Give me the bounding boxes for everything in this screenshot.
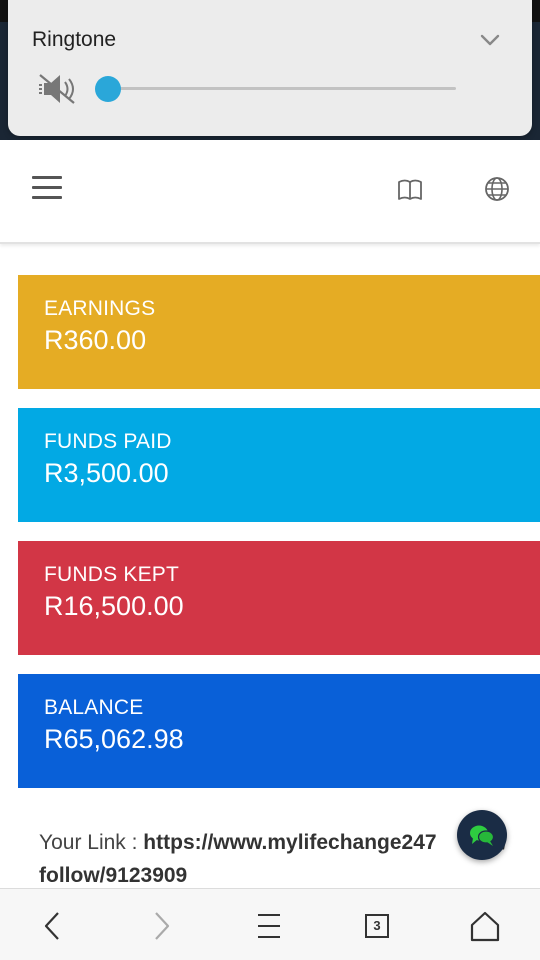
referral-link-url-part2[interactable]: follow/9123909 [39, 864, 187, 887]
funds-paid-value: R3,500.00 [44, 458, 169, 488]
app-header [0, 140, 540, 244]
referral-link-url-part1[interactable]: https://www.mylifechange247 [143, 831, 436, 854]
volume-panel: Ringtone [8, 0, 532, 136]
balance-value: R65,062.98 [44, 724, 184, 754]
funds-kept-label: FUNDS KEPT [44, 563, 180, 586]
volume-slider-thumb[interactable] [95, 76, 121, 102]
referral-link-prefix: Your Link : [39, 831, 144, 854]
chat-button[interactable] [457, 810, 507, 860]
earnings-value: R360.00 [44, 325, 147, 355]
funds-paid-label: FUNDS PAID [44, 430, 172, 453]
home-icon[interactable] [468, 909, 502, 943]
chat-icon [470, 825, 495, 846]
earnings-label: EARNINGS [44, 297, 156, 320]
referral-link-text: Your Link : https://www.mylifechange247n… [39, 826, 529, 892]
browser-bottom-bar: 3 [0, 888, 540, 960]
book-icon[interactable] [396, 176, 424, 204]
volume-panel-title: Ringtone [32, 28, 117, 51]
tab-count: 3 [365, 914, 389, 938]
funds-kept-card: FUNDS KEPT R16,500.00 [18, 541, 540, 655]
menu-icon[interactable] [32, 176, 62, 204]
funds-paid-card: FUNDS PAID R3,500.00 [18, 408, 540, 522]
volume-mute-icon[interactable] [36, 72, 78, 106]
browser-menu-icon[interactable] [252, 909, 286, 943]
tabs-icon[interactable]: 3 [360, 909, 394, 943]
chevron-down-icon[interactable] [478, 28, 502, 52]
balance-label: BALANCE [44, 696, 144, 719]
globe-icon[interactable] [483, 175, 511, 203]
balance-card: BALANCE R65,062.98 [18, 674, 540, 788]
forward-icon[interactable] [144, 909, 178, 943]
funds-kept-value: R16,500.00 [44, 591, 184, 621]
volume-slider-track[interactable] [95, 76, 456, 102]
earnings-card: EARNINGS R360.00 [18, 275, 540, 389]
back-icon[interactable] [36, 909, 70, 943]
